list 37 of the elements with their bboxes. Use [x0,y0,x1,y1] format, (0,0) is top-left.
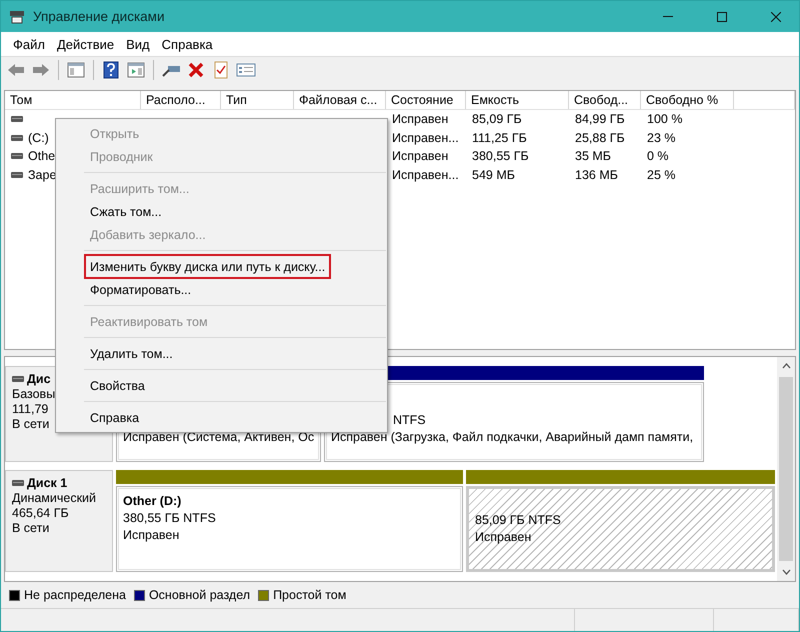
disk-type: Базовы [12,387,56,401]
table-cell: Othe [28,149,56,164]
legend-label: Простой том [273,588,346,602]
table-cell: 85,09 ГБ [472,112,522,126]
table-cell: 549 МБ [472,168,515,182]
table-cell: Исправен [392,112,448,126]
partition-info: 85,09 ГБ NTFS [475,512,562,528]
legend-label: Не распределена [24,588,126,602]
window-title: Управление дисками [33,9,166,24]
table-cell: 100 % [647,112,682,126]
disk-type: Динамический [12,491,98,505]
partition-title: Other (D:) [123,493,182,509]
disk-status: В сети [12,521,50,535]
table-cell: 136 МБ [575,168,618,182]
partition-info: Исправен (Загрузка, Файл подкачки, Аварийный дамп памяти, [331,429,694,445]
table-cell: 111,25 ГБ [472,130,527,145]
table-cell: (C:) [28,130,49,145]
partition-info: NTFS [392,412,427,428]
table-cell: Заре [28,168,56,182]
table-cell: 380,55 ГБ [472,149,529,164]
legend-label: Основной раздел [148,588,250,602]
table-cell: 25,88 ГБ [575,130,625,145]
table-cell: 25 % [647,168,676,182]
table-cell: 23 % [647,130,676,145]
table-cell: Исправен... [392,130,459,145]
partition-info: Исправен [475,529,532,545]
table-cell: 0 % [647,149,669,164]
table-cell: Исправен [392,149,448,164]
partition-info: Исправен [123,527,180,543]
table-cell: 84,99 ГБ [575,112,625,126]
disk-size: 111,79 [12,402,50,416]
partition-info: 380,55 ГБ NTFS [123,510,217,526]
disk-name: Диск 1 [27,476,68,490]
table-cell: 35 МБ [575,149,611,164]
disk-name: Дис [27,372,51,386]
table-cell: Исправен... [392,168,459,182]
disk-size: 465,64 ГБ [12,506,70,520]
